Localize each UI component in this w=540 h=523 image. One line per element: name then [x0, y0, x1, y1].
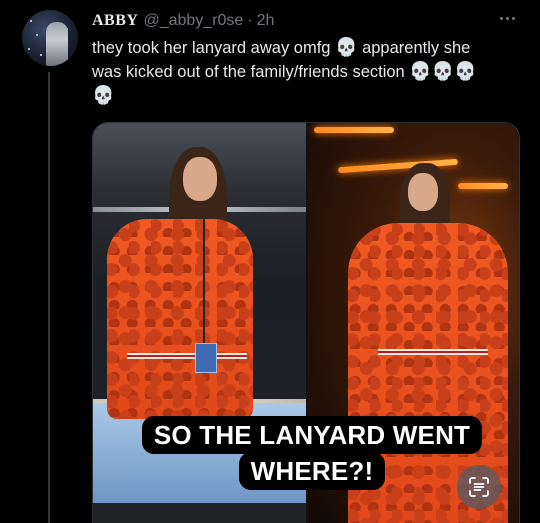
tweet-media-image[interactable]: SO THE LANYARD WENT WHERE?!: [92, 122, 520, 523]
skull-emoji: 💀: [409, 61, 432, 82]
tweet-screen: ABBY @_abby_r0se · 2h they took her lany…: [0, 0, 540, 523]
separator-dot: ·: [247, 12, 253, 29]
more-options-button[interactable]: [494, 8, 520, 28]
lanyard-badge: [195, 343, 217, 373]
skull-emoji: 💀: [454, 61, 477, 82]
live-text-button[interactable]: [457, 465, 501, 509]
caption-line1: SO THE LANYARD WENT: [141, 416, 483, 454]
more-horizontal-icon: [499, 16, 503, 20]
avatar-figure: [46, 22, 68, 66]
person-left: [93, 123, 306, 423]
skull-emoji: 💀: [431, 61, 455, 82]
timestamp[interactable]: 2h: [257, 12, 275, 30]
media-caption: SO THE LANYARD WENT WHERE?!: [133, 416, 491, 490]
user-handle[interactable]: @_abby_r0se: [143, 12, 243, 30]
live-text-icon: [469, 477, 489, 497]
tweet-text-line1b: apparently she: [362, 39, 471, 57]
tweet-text: they took her lanyard away omfg 💀 appare…: [92, 36, 522, 108]
skull-emoji: 💀: [335, 37, 358, 58]
skull-emoji: 💀: [92, 85, 115, 106]
tweet-text-line2: was kicked out of the family/friends sec…: [92, 63, 405, 81]
display-name[interactable]: ABBY: [92, 12, 138, 30]
avatar[interactable]: [22, 10, 78, 66]
caption-line2: WHERE?!: [238, 452, 386, 490]
thread-line: [48, 72, 50, 523]
tweet-header: ABBY @_abby_r0se · 2h: [92, 12, 520, 30]
tweet-text-line1: they took her lanyard away omfg: [92, 39, 331, 57]
